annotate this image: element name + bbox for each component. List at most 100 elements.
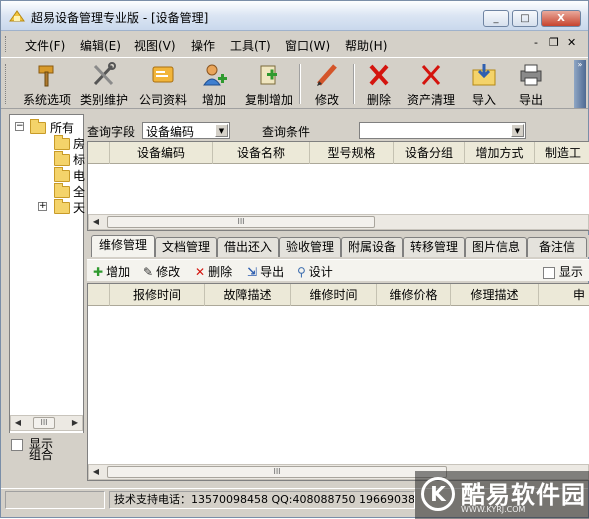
mdi-restore-button[interactable]: ❐ xyxy=(549,36,559,49)
add-button[interactable]: 增加 xyxy=(196,60,232,108)
tree-node[interactable]: 标 xyxy=(10,151,85,167)
tab-lend-return[interactable]: 借出还入 xyxy=(217,237,279,257)
menu-operation[interactable]: 操作 xyxy=(191,37,215,54)
app-logo-icon xyxy=(9,10,25,22)
watermark-logo: K xyxy=(421,477,455,511)
tree-node[interactable]: + 天 xyxy=(10,199,85,215)
checkbox-icon[interactable] xyxy=(543,266,555,279)
menu-file[interactable]: 文件(F) xyxy=(25,37,65,54)
maximize-button[interactable]: □ xyxy=(512,10,538,27)
title-bar[interactable]: 超易设备管理专业版 - [设备管理] _ □ X xyxy=(1,1,588,31)
column-header[interactable]: 申 xyxy=(539,284,589,306)
tree-node[interactable]: 全 xyxy=(10,183,85,199)
toolbar-separator xyxy=(299,64,301,104)
column-header[interactable]: 制造工 xyxy=(535,142,589,164)
copy-add-button[interactable]: 复制增加 xyxy=(241,60,297,108)
scroll-left-icon[interactable]: ◀ xyxy=(11,416,25,430)
dropdown-arrow-icon[interactable]: ▼ xyxy=(511,124,524,137)
query-condition-label: 查询条件 xyxy=(262,125,311,139)
mdi-minimize-button[interactable]: - xyxy=(534,36,538,49)
category-tree[interactable]: − 所有 房 标 电 全 + 天 ◀ III ▶ xyxy=(9,114,85,486)
menu-window[interactable]: 窗口(W) xyxy=(285,37,330,54)
tab-documents[interactable]: 文档管理 xyxy=(155,237,217,257)
pencil-icon xyxy=(317,64,337,86)
edit-button[interactable]: 修改 xyxy=(309,60,345,108)
repair-design-button[interactable]: ⚲ 设计 xyxy=(297,263,333,280)
company-info-button[interactable]: 公司资料 xyxy=(136,60,190,108)
asset-clear-button[interactable]: 资产清理 xyxy=(405,60,457,108)
close-button[interactable]: X xyxy=(541,10,581,27)
equipment-grid-header: 设备编码 设备名称 型号规格 设备分组 增加方式 制造工 xyxy=(88,142,589,164)
menu-view[interactable]: 视图(V) xyxy=(134,37,176,54)
repair-edit-button[interactable]: ✎ 修改 xyxy=(143,263,180,280)
tab-accessories[interactable]: 附属设备 xyxy=(341,237,403,257)
scroll-right-icon[interactable]: ▶ xyxy=(68,416,82,430)
tree-hscrollbar[interactable]: ◀ III ▶ xyxy=(10,415,83,431)
delete-button[interactable]: 删除 xyxy=(361,60,397,108)
show-group-checkbox[interactable]: 显示组合 xyxy=(11,438,59,461)
mdi-close-button[interactable]: ✕ xyxy=(567,36,576,49)
repair-delete-button[interactable]: ✕ 删除 xyxy=(195,263,232,280)
column-header[interactable]: 型号规格 xyxy=(310,142,394,164)
folder-icon xyxy=(54,135,70,150)
status-panel-empty xyxy=(5,491,105,509)
tab-pictures[interactable]: 图片信息 xyxy=(465,237,527,257)
menu-tools[interactable]: 工具(T) xyxy=(230,37,271,54)
column-header[interactable]: 设备分组 xyxy=(394,142,465,164)
toolbar-overflow-button[interactable]: » xyxy=(574,60,586,108)
hammer-icon xyxy=(38,65,54,87)
export-button[interactable]: 导出 xyxy=(513,60,549,108)
equipment-grid[interactable]: 设备编码 设备名称 型号规格 设备分组 增加方式 制造工 ◀ III xyxy=(87,141,589,231)
repair-grid[interactable]: 报修时间 故障描述 维修时间 维修价格 修理描述 申 ◀ III xyxy=(87,283,589,481)
delete-x-icon: ✕ xyxy=(195,265,206,279)
design-icon: ⚲ xyxy=(297,265,306,279)
plus-icon: ✚ xyxy=(93,265,104,279)
tab-repair[interactable]: 维修管理 xyxy=(91,235,155,257)
column-header[interactable]: 报修时间 xyxy=(110,284,205,306)
query-condition-input[interactable]: ▼ xyxy=(359,122,526,139)
tab-notes[interactable]: 备注信 xyxy=(527,237,587,257)
folder-icon xyxy=(54,167,70,182)
delete-x-icon xyxy=(369,64,389,86)
scroll-thumb[interactable]: III xyxy=(107,216,375,228)
show-checkbox[interactable]: 显示 xyxy=(543,263,583,280)
tree-root[interactable]: − 所有 xyxy=(10,119,85,135)
import-button[interactable]: 导入 xyxy=(466,60,502,108)
repair-export-button[interactable]: ⇲ 导出 xyxy=(247,263,284,280)
menu-edit[interactable]: 编辑(E) xyxy=(80,37,121,54)
row-selector-header xyxy=(88,284,110,306)
tab-acceptance[interactable]: 验收管理 xyxy=(279,237,341,257)
category-maintenance-button[interactable]: 类别维护 xyxy=(77,60,131,108)
column-header[interactable]: 设备名称 xyxy=(213,142,310,164)
column-header[interactable]: 故障描述 xyxy=(205,284,291,306)
collapse-icon[interactable]: − xyxy=(15,122,24,131)
menubar-grip[interactable] xyxy=(5,36,8,52)
menu-help[interactable]: 帮助(H) xyxy=(345,37,387,54)
system-options-button[interactable]: 系统选项 xyxy=(21,60,73,108)
expand-icon[interactable]: + xyxy=(38,202,47,211)
dropdown-arrow-icon[interactable]: ▼ xyxy=(215,124,228,137)
folder-icon xyxy=(54,151,70,166)
repair-add-button[interactable]: ✚ 增加 xyxy=(93,263,130,280)
column-header[interactable]: 维修时间 xyxy=(291,284,377,306)
minimize-button[interactable]: _ xyxy=(483,10,509,27)
column-header[interactable]: 维修价格 xyxy=(377,284,451,306)
tab-transfer[interactable]: 转移管理 xyxy=(403,237,465,257)
tree-node[interactable]: 电 xyxy=(10,167,85,183)
edit-icon: ✎ xyxy=(143,265,154,279)
column-header[interactable]: 修理描述 xyxy=(451,284,539,306)
tree-node[interactable]: 房 xyxy=(10,135,85,151)
query-field-label: 查询字段 xyxy=(87,125,136,139)
clear-x-icon xyxy=(421,65,441,85)
column-header[interactable]: 增加方式 xyxy=(465,142,535,164)
scroll-left-icon[interactable]: ◀ xyxy=(89,215,103,229)
toolbar-grip[interactable] xyxy=(5,64,8,104)
equipment-grid-hscrollbar[interactable]: ◀ III xyxy=(88,214,589,230)
checkbox-icon[interactable] xyxy=(11,439,23,451)
query-field-select[interactable]: 设备编码 ▼ xyxy=(142,122,230,139)
scroll-thumb[interactable]: III xyxy=(33,417,55,429)
scroll-thumb[interactable]: III xyxy=(107,466,447,478)
export-icon: ⇲ xyxy=(247,265,258,279)
column-header[interactable]: 设备编码 xyxy=(110,142,213,164)
scroll-left-icon[interactable]: ◀ xyxy=(89,465,103,479)
